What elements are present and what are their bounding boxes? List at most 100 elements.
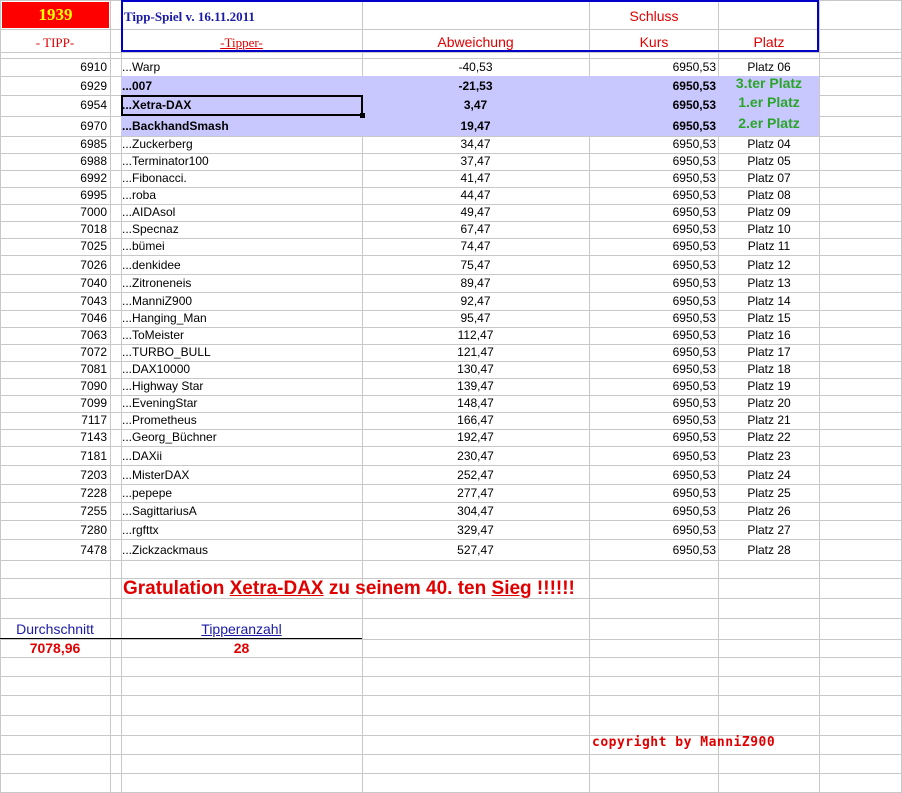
- cell-tipper[interactable]: ...DAXii: [122, 449, 162, 463]
- average-label[interactable]: Durchschnitt: [0, 622, 110, 636]
- cell-tipper[interactable]: ...SagittariusA: [122, 504, 197, 518]
- cell-kurs[interactable]: 6950,53: [590, 430, 716, 444]
- cell-platz[interactable]: Platz 06: [719, 60, 819, 74]
- cell-tipper[interactable]: ...pepepe: [122, 486, 172, 500]
- cell-platz[interactable]: Platz 26: [719, 504, 819, 518]
- cell-abweichung[interactable]: 192,47: [362, 430, 589, 444]
- cell-kurs[interactable]: 6950,53: [590, 396, 716, 410]
- cell-platz[interactable]: Platz 19: [719, 379, 819, 393]
- cell-tipp[interactable]: 6929: [0, 79, 107, 93]
- cell-tipp[interactable]: 7026: [0, 258, 107, 272]
- cell-platz[interactable]: 3.ter Platz: [719, 76, 819, 90]
- cell-kurs[interactable]: 6950,53: [590, 311, 716, 325]
- cell-platz[interactable]: 2.er Platz: [719, 116, 819, 130]
- cell-tipp[interactable]: 6910: [0, 60, 107, 74]
- cell-kurs[interactable]: 6950,53: [590, 119, 716, 133]
- cell-platz[interactable]: Platz 05: [719, 154, 819, 168]
- cell-tipper[interactable]: ...Zitroneneis: [122, 276, 191, 290]
- cell-tipp[interactable]: 7072: [0, 345, 107, 359]
- cell-tipp[interactable]: 7228: [0, 486, 107, 500]
- cell-platz[interactable]: Platz 07: [719, 171, 819, 185]
- cell-kurs[interactable]: 6950,53: [590, 486, 716, 500]
- cell-kurs[interactable]: 6950,53: [590, 205, 716, 219]
- cell-tipper[interactable]: ...Prometheus: [122, 413, 197, 427]
- cell-abweichung[interactable]: 41,47: [362, 171, 589, 185]
- cell-tipper[interactable]: ...DAX10000: [122, 362, 190, 376]
- cell-kurs[interactable]: 6950,53: [590, 523, 716, 537]
- cell-platz[interactable]: Platz 22: [719, 430, 819, 444]
- cell-tipp[interactable]: 7000: [0, 205, 107, 219]
- cell-abweichung[interactable]: 37,47: [362, 154, 589, 168]
- cell-tipper[interactable]: ...ManniZ900: [122, 294, 192, 308]
- column-header-tipper[interactable]: -Tipper-: [121, 36, 362, 50]
- cell-tipper[interactable]: ...bümei: [122, 239, 165, 253]
- cell-abweichung[interactable]: 3,47: [362, 98, 589, 112]
- cell-kurs[interactable]: 6950,53: [590, 468, 716, 482]
- cell-tipp[interactable]: 7090: [0, 379, 107, 393]
- cell-abweichung[interactable]: 19,47: [362, 119, 589, 133]
- cell-tipp[interactable]: 7018: [0, 222, 107, 236]
- cell-platz[interactable]: Platz 10: [719, 222, 819, 236]
- congratulation-message[interactable]: Gratulation Xetra-DAX zu seinem 40. ten …: [123, 578, 575, 600]
- cell-platz[interactable]: Platz 09: [719, 205, 819, 219]
- cell-abweichung[interactable]: 34,47: [362, 137, 589, 151]
- cell-kurs[interactable]: 6950,53: [590, 379, 716, 393]
- year-cell[interactable]: 1939: [2, 2, 109, 28]
- cell-kurs[interactable]: 6950,53: [590, 98, 716, 112]
- cell-tipp[interactable]: 6992: [0, 171, 107, 185]
- cell-tipp[interactable]: 7181: [0, 449, 107, 463]
- tipper-count-value[interactable]: 28: [121, 641, 362, 655]
- cell-platz[interactable]: Platz 14: [719, 294, 819, 308]
- cell-platz[interactable]: Platz 08: [719, 188, 819, 202]
- column-header-kurs[interactable]: Kurs: [590, 35, 718, 49]
- cell-tipp[interactable]: 6985: [0, 137, 107, 151]
- average-value[interactable]: 7078,96: [0, 641, 110, 655]
- cell-abweichung[interactable]: 121,47: [362, 345, 589, 359]
- cell-tipp[interactable]: 7478: [0, 543, 107, 557]
- cell-abweichung[interactable]: 277,47: [362, 486, 589, 500]
- active-cell-selection[interactable]: [121, 95, 363, 116]
- cell-kurs[interactable]: 6950,53: [590, 222, 716, 236]
- cell-platz[interactable]: Platz 11: [719, 239, 819, 253]
- cell-abweichung[interactable]: 230,47: [362, 449, 589, 463]
- cell-abweichung[interactable]: 148,47: [362, 396, 589, 410]
- cell-kurs[interactable]: 6950,53: [590, 239, 716, 253]
- cell-abweichung[interactable]: 95,47: [362, 311, 589, 325]
- cell-platz[interactable]: 1.er Platz: [719, 95, 819, 109]
- cell-kurs[interactable]: 6950,53: [590, 276, 716, 290]
- cell-tipp[interactable]: 7203: [0, 468, 107, 482]
- cell-kurs[interactable]: 6950,53: [590, 328, 716, 342]
- cell-platz[interactable]: Platz 28: [719, 543, 819, 557]
- cell-abweichung[interactable]: 527,47: [362, 543, 589, 557]
- cell-platz[interactable]: Platz 16: [719, 328, 819, 342]
- cell-kurs[interactable]: 6950,53: [590, 543, 716, 557]
- cell-platz[interactable]: Platz 04: [719, 137, 819, 151]
- cell-abweichung[interactable]: 139,47: [362, 379, 589, 393]
- cell-tipper[interactable]: ...MisterDAX: [122, 468, 189, 482]
- cell-platz[interactable]: Platz 24: [719, 468, 819, 482]
- cell-tipp[interactable]: 6995: [0, 188, 107, 202]
- cell-abweichung[interactable]: 329,47: [362, 523, 589, 537]
- cell-kurs[interactable]: 6950,53: [590, 449, 716, 463]
- cell-tipp[interactable]: 7025: [0, 239, 107, 253]
- cell-tipper[interactable]: ...Specnaz: [122, 222, 179, 236]
- cell-kurs[interactable]: 6950,53: [590, 60, 716, 74]
- cell-abweichung[interactable]: 89,47: [362, 276, 589, 290]
- cell-tipp[interactable]: 7280: [0, 523, 107, 537]
- cell-tipper[interactable]: ...AIDAsol: [122, 205, 175, 219]
- cell-abweichung[interactable]: -21,53: [362, 79, 589, 93]
- cell-platz[interactable]: Platz 20: [719, 396, 819, 410]
- cell-tipp[interactable]: 7117: [0, 413, 107, 427]
- cell-tipper[interactable]: ...rgfttx: [122, 523, 159, 537]
- cell-kurs[interactable]: 6950,53: [590, 294, 716, 308]
- cell-abweichung[interactable]: 44,47: [362, 188, 589, 202]
- cell-tipper[interactable]: ...Hanging_Man: [122, 311, 207, 325]
- cell-kurs[interactable]: 6950,53: [590, 258, 716, 272]
- cell-tipper[interactable]: ...Georg_Büchner: [122, 430, 217, 444]
- cell-tipp[interactable]: 7143: [0, 430, 107, 444]
- tipper-count-label[interactable]: Tipperanzahl: [121, 622, 362, 636]
- copyright-note[interactable]: copyright by ManniZ900: [592, 735, 775, 750]
- cell-tipp[interactable]: 6988: [0, 154, 107, 168]
- spreadsheet[interactable]: 1939 Tipp-Spiel v. 16.11.2011 Schluss - …: [0, 0, 902, 793]
- cell-tipper[interactable]: ...Highway Star: [122, 379, 203, 393]
